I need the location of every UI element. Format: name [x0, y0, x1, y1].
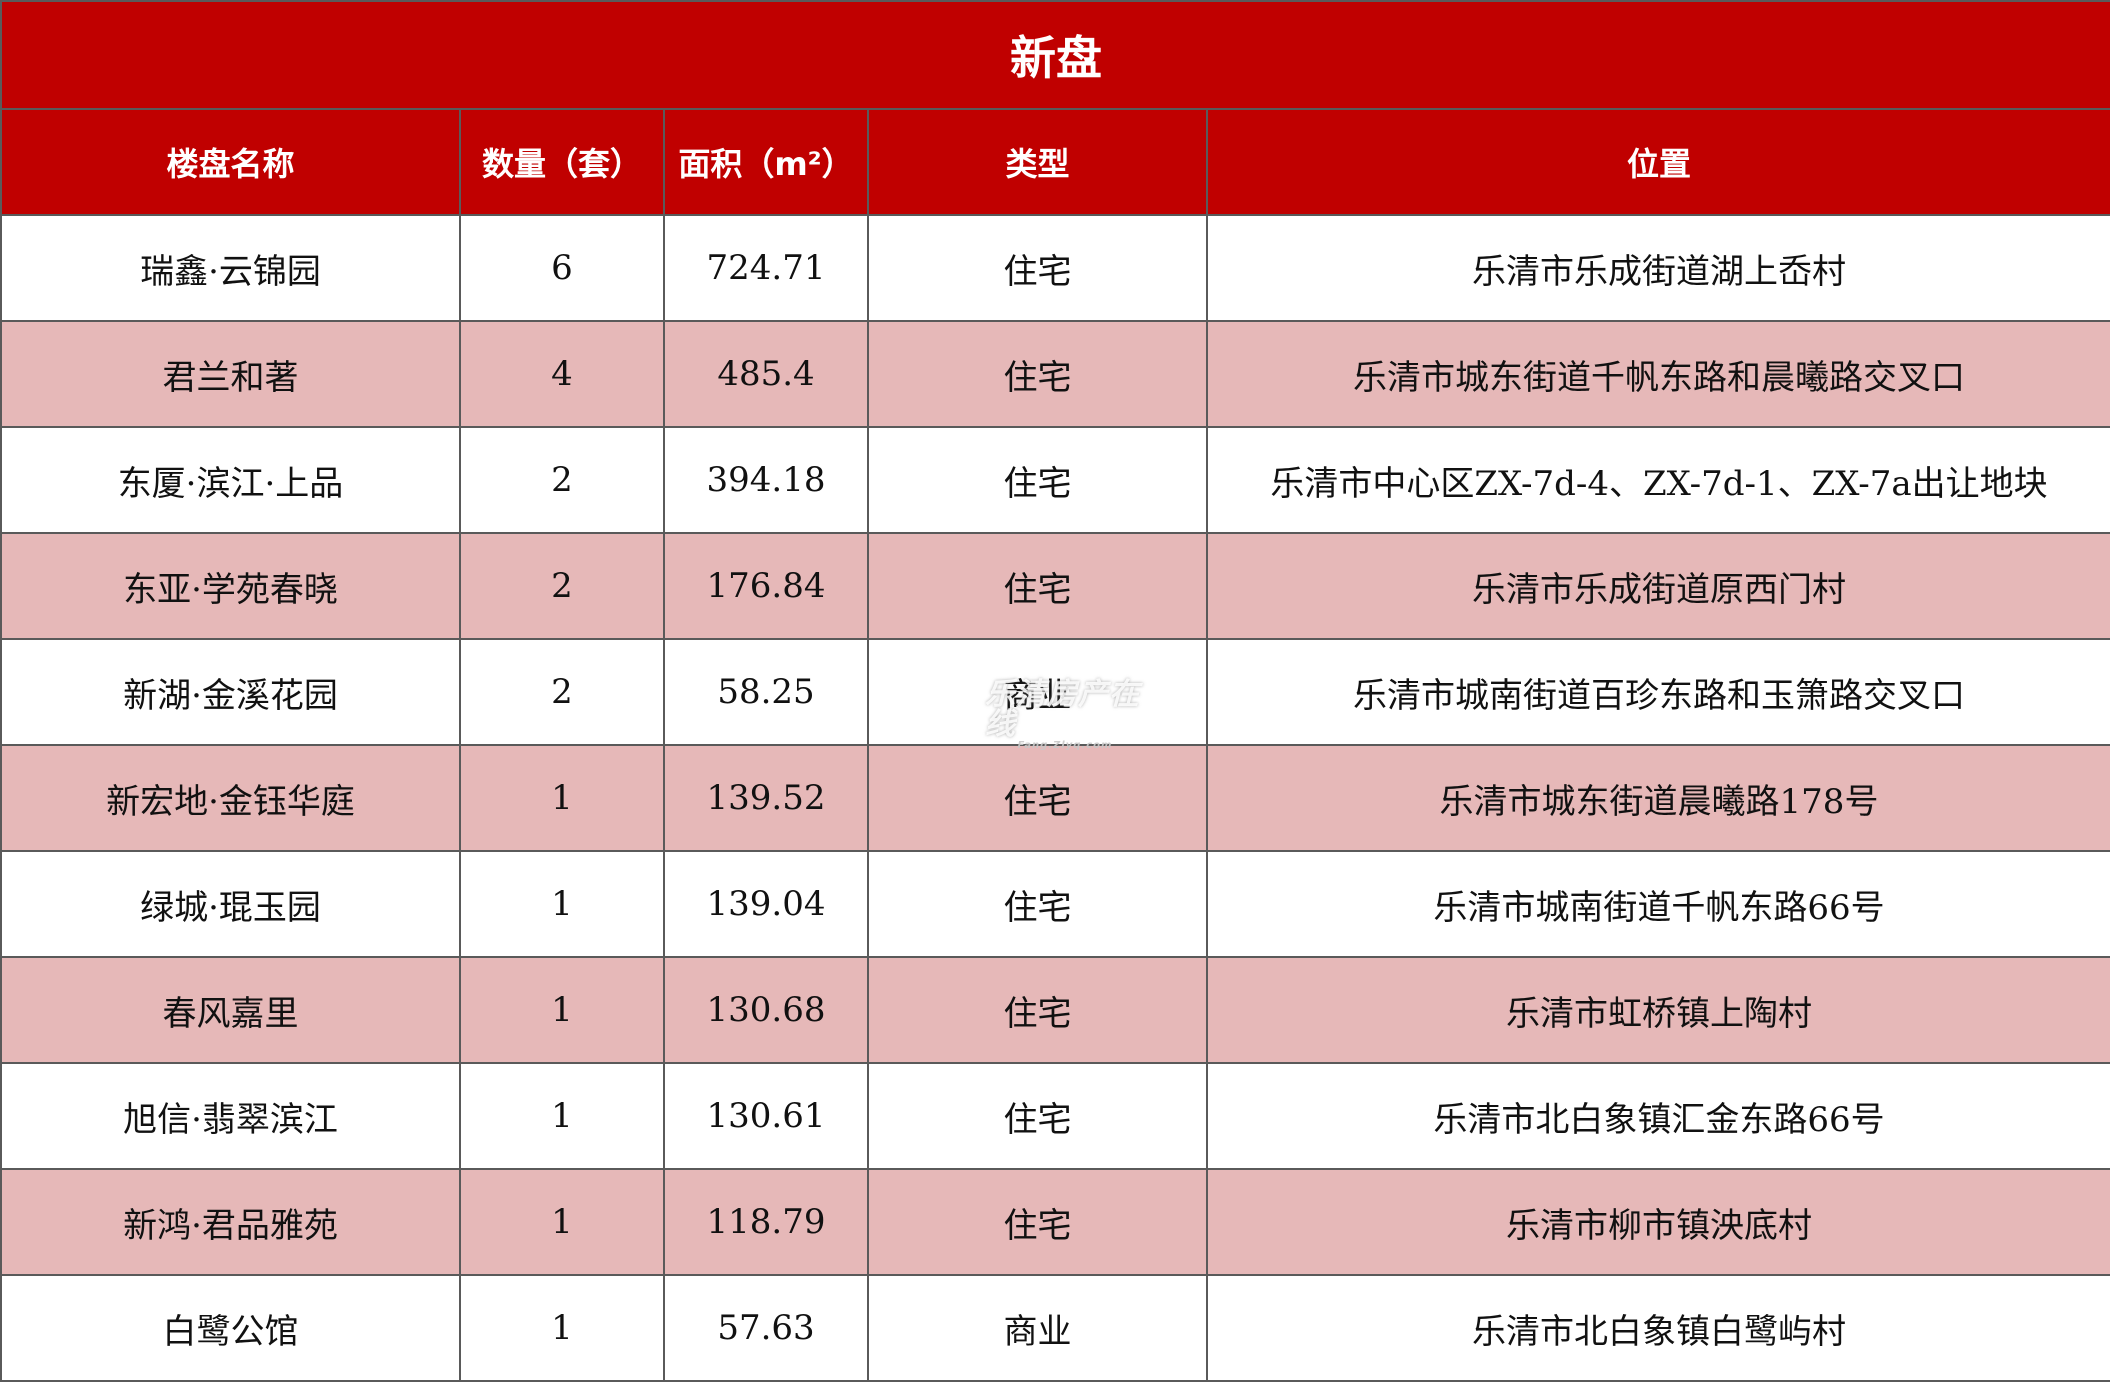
- cell-name: 春风嘉里: [0, 956, 461, 1064]
- cell-count: 2: [459, 426, 665, 534]
- cell-area: 130.68: [663, 956, 869, 1064]
- table-row: 君兰和著 4 485.4 住宅 乐清市城东街道千帆东路和晨曦路交叉口: [0, 320, 2110, 428]
- cell-area: 139.04: [663, 850, 869, 958]
- cell-area: 485.4: [663, 320, 869, 428]
- cell-type: 住宅: [867, 1062, 1208, 1170]
- cell-location: 乐清市乐成街道湖上岙村: [1205, 214, 2110, 322]
- cell-name: 白鹭公馆: [0, 1274, 461, 1382]
- cell-count: 1: [459, 1274, 665, 1382]
- cell-location: 乐清市城东街道千帆东路和晨曦路交叉口: [1205, 320, 2110, 428]
- cell-area: 57.63: [663, 1274, 869, 1382]
- table-row: 白鹭公馆 1 57.63 商业 乐清市北白象镇白鹭屿村: [0, 1274, 2110, 1382]
- cell-name: 东亚·学苑春晓: [0, 532, 461, 640]
- cell-count: 2: [459, 532, 665, 640]
- title-row: 新盘: [0, 0, 2110, 110]
- table-title: 新盘: [0, 0, 2110, 110]
- new-listings-table: 新盘 楼盘名称 数量（套） 面积（m²） 类型 位置 瑞鑫·云锦园 6 724.…: [0, 0, 2110, 1382]
- header-count: 数量（套）: [459, 108, 665, 216]
- cell-area: 130.61: [663, 1062, 869, 1170]
- cell-count: 1: [459, 1168, 665, 1276]
- table-row: 新鸿·君品雅苑 1 118.79 住宅 乐清市柳市镇泱底村: [0, 1168, 2110, 1276]
- cell-type: 住宅: [867, 1168, 1208, 1276]
- cell-type: 住宅: [867, 956, 1208, 1064]
- cell-type: 住宅: [867, 320, 1208, 428]
- cell-count: 4: [459, 320, 665, 428]
- cell-type: 住宅: [867, 532, 1208, 640]
- cell-type: 住宅: [867, 850, 1208, 958]
- header-name: 楼盘名称: [0, 108, 461, 216]
- cell-area: 724.71: [663, 214, 869, 322]
- cell-count: 1: [459, 744, 665, 852]
- table-row: 绿城·琨玉园 1 139.04 住宅 乐清市城南街道千帆东路66号: [0, 850, 2110, 958]
- cell-area: 139.52: [663, 744, 869, 852]
- new-listings-sheet: 新盘 楼盘名称 数量（套） 面积（m²） 类型 位置 瑞鑫·云锦园 6 724.…: [0, 0, 2110, 1383]
- cell-area: 176.84: [663, 532, 869, 640]
- cell-location: 乐清市乐成街道原西门村: [1205, 532, 2110, 640]
- header-area: 面积（m²）: [663, 108, 869, 216]
- cell-count: 1: [459, 1062, 665, 1170]
- table-row: 瑞鑫·云锦园 6 724.71 住宅 乐清市乐成街道湖上岙村: [0, 214, 2110, 322]
- cell-location: 乐清市北白象镇白鹭屿村: [1205, 1274, 2110, 1382]
- cell-name: 旭信·翡翠滨江: [0, 1062, 461, 1170]
- cell-location: 乐清市城东街道晨曦路178号: [1205, 744, 2110, 852]
- cell-name: 东厦·滨江·上品: [0, 426, 461, 534]
- cell-area: 118.79: [663, 1168, 869, 1276]
- cell-type: 住宅: [867, 214, 1208, 322]
- table-row: 新湖·金溪花园 2 58.25 商业 乐清市城南街道百珍东路和玉箫路交叉口: [0, 638, 2110, 746]
- cell-location: 乐清市城南街道千帆东路66号: [1205, 850, 2110, 958]
- cell-location: 乐清市城南街道百珍东路和玉箫路交叉口: [1205, 638, 2110, 746]
- cell-name: 新鸿·君品雅苑: [0, 1168, 461, 1276]
- cell-name: 新宏地·金钰华庭: [0, 744, 461, 852]
- table-row: 春风嘉里 1 130.68 住宅 乐清市虹桥镇上陶村: [0, 956, 2110, 1064]
- cell-location: 乐清市柳市镇泱底村: [1205, 1168, 2110, 1276]
- cell-count: 2: [459, 638, 665, 746]
- cell-location: 乐清市北白象镇汇金东路66号: [1205, 1062, 2110, 1170]
- cell-name: 瑞鑫·云锦园: [0, 214, 461, 322]
- cell-area: 394.18: [663, 426, 869, 534]
- cell-type: 住宅: [867, 744, 1208, 852]
- cell-count: 1: [459, 956, 665, 1064]
- table-row: 旭信·翡翠滨江 1 130.61 住宅 乐清市北白象镇汇金东路66号: [0, 1062, 2110, 1170]
- cell-name: 新湖·金溪花园: [0, 638, 461, 746]
- header-row: 楼盘名称 数量（套） 面积（m²） 类型 位置: [0, 108, 2110, 216]
- cell-location: 乐清市虹桥镇上陶村: [1205, 956, 2110, 1064]
- cell-type: 商业: [867, 1274, 1208, 1382]
- table-row: 新宏地·金钰华庭 1 139.52 住宅 乐清市城东街道晨曦路178号: [0, 744, 2110, 852]
- header-location: 位置: [1205, 108, 2110, 216]
- cell-name: 绿城·琨玉园: [0, 850, 461, 958]
- cell-name: 君兰和著: [0, 320, 461, 428]
- table-row: 东厦·滨江·上品 2 394.18 住宅 乐清市中心区ZX-7d-4、ZX-7d…: [0, 426, 2110, 534]
- cell-count: 1: [459, 850, 665, 958]
- header-type: 类型: [867, 108, 1208, 216]
- cell-type: 商业: [867, 638, 1208, 746]
- cell-type: 住宅: [867, 426, 1208, 534]
- cell-area: 58.25: [663, 638, 869, 746]
- cell-count: 6: [459, 214, 665, 322]
- cell-location: 乐清市中心区ZX-7d-4、ZX-7d-1、ZX-7a出让地块: [1205, 426, 2110, 534]
- table-row: 东亚·学苑春晓 2 176.84 住宅 乐清市乐成街道原西门村: [0, 532, 2110, 640]
